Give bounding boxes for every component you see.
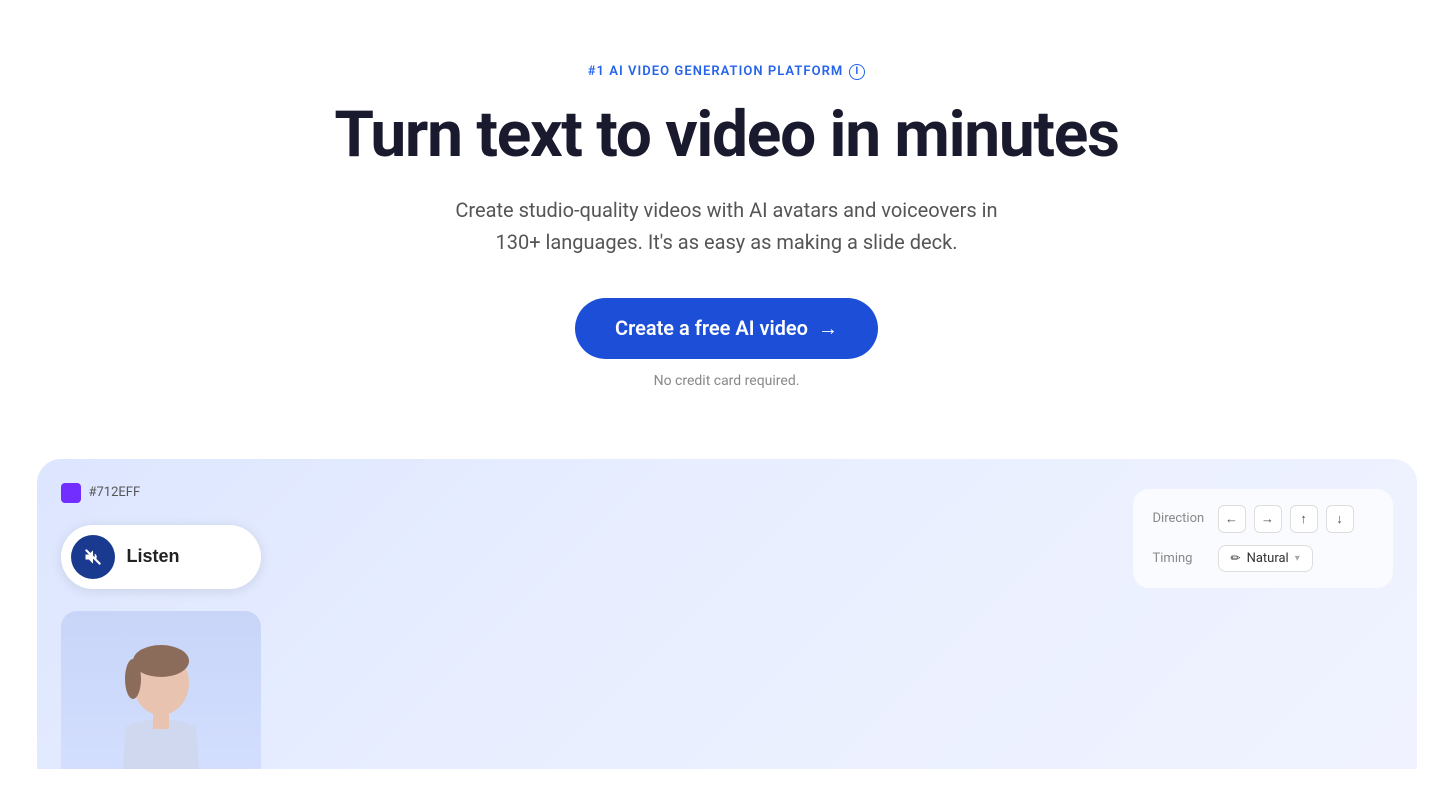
arrow-left[interactable]: ← [1218, 505, 1246, 533]
color-chip-label: #712EFF [89, 485, 141, 500]
hero-title: Turn text to video in minutes [20, 100, 1433, 170]
timing-label: Timing [1153, 551, 1208, 566]
timing-chevron: ▾ [1295, 553, 1300, 564]
listen-label: Listen [127, 546, 180, 567]
direction-label: Direction [1153, 511, 1208, 526]
platform-badge: #1 AI VIDEO GENERATION PLATFORM i [588, 64, 866, 80]
listen-button[interactable]: Listen [61, 525, 261, 589]
ui-demo-panel: #712EFF Listen [37, 459, 1417, 769]
color-chip: #712EFF [61, 483, 261, 503]
cta-label: Create a free AI video [615, 316, 808, 340]
arrow-down[interactable]: ↓ [1326, 505, 1354, 533]
panel-left: #712EFF Listen [61, 479, 261, 769]
badge-text: #1 AI VIDEO GENERATION PLATFORM [588, 64, 844, 79]
timing-option: Natural [1247, 551, 1289, 566]
timing-pen-icon: ✏ [1231, 551, 1241, 565]
hero-section: #1 AI VIDEO GENERATION PLATFORM i Turn t… [0, 0, 1453, 429]
cta-button[interactable]: Create a free AI video → [575, 298, 878, 359]
timing-row: Timing ✏ Natural ▾ [1153, 545, 1373, 572]
color-swatch [61, 483, 81, 503]
cta-arrow: → [818, 316, 838, 341]
arrow-up[interactable]: ↑ [1290, 505, 1318, 533]
direction-arrows: ← → ↑ ↓ [1218, 505, 1354, 533]
mute-icon [71, 535, 115, 579]
info-icon[interactable]: i [849, 64, 865, 80]
avatar-figure [96, 641, 226, 769]
direction-controls: Direction ← → ↑ ↓ Timing ✏ Natural ▾ [1133, 489, 1393, 588]
direction-row: Direction ← → ↑ ↓ [1153, 505, 1373, 533]
no-credit-text: No credit card required. [20, 373, 1433, 389]
arrow-right[interactable]: → [1254, 505, 1282, 533]
avatar-preview [61, 611, 261, 769]
timing-select[interactable]: ✏ Natural ▾ [1218, 545, 1313, 572]
hero-subtitle: Create studio-quality videos with AI ava… [437, 194, 1017, 258]
panel-top: #712EFF Listen [37, 459, 1417, 769]
